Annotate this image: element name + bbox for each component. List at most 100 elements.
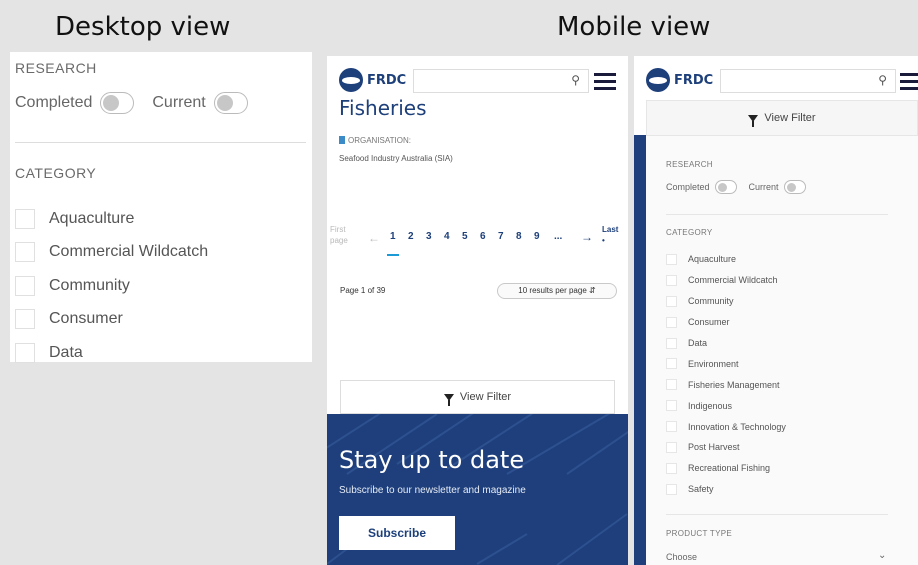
category-checkbox[interactable] [666,441,677,453]
category-checkbox[interactable] [666,316,677,328]
next-arrow-icon[interactable]: → [581,230,593,244]
frdc-logo[interactable]: FRDC [646,68,713,92]
newsletter-promo: Stay up to date Subscribe to our newslet… [327,414,628,565]
document-icon [339,136,345,144]
category-checkbox[interactable] [666,358,677,370]
search-icon[interactable]: ⚲ [571,73,580,87]
current-toggle[interactable] [783,180,806,194]
category-item[interactable]: Indigenous [666,395,786,416]
category-checkbox[interactable] [666,253,677,265]
category-item[interactable]: Data [15,336,208,370]
product-type-select[interactable]: Choose [666,552,697,562]
view-filter-button[interactable]: View Filter [340,380,615,414]
desktop-filter-panel: RESEARCH Completed Current CATEGORY Aqua… [10,52,312,363]
category-label: Aquaculture [49,209,135,227]
category-item[interactable]: Consumer [15,303,208,337]
pagination: First page ← 1 2 3 4 5 6 7 8 9 ... → Las… [330,224,626,264]
research-section-label: RESEARCH [15,60,97,76]
category-checkbox[interactable] [666,379,677,391]
category-checkbox[interactable] [666,483,677,495]
current-toggle[interactable] [213,92,248,114]
category-item[interactable]: Fisheries Management [666,374,786,395]
search-input[interactable]: ⚲ [720,69,896,93]
filter-icon [748,114,759,127]
page-number[interactable]: 3 [426,231,432,242]
frdc-logo[interactable]: FRDC [339,68,406,92]
page-title: Fisheries [339,96,427,120]
search-icon[interactable]: ⚲ [878,73,887,87]
prev-arrow-icon[interactable]: ← [368,231,380,245]
fish-logo-icon [646,68,670,92]
page-number[interactable]: 7 [498,231,504,242]
section-divider [15,142,306,143]
research-toggles: Completed Current [666,180,806,194]
category-item[interactable]: Aquaculture [666,249,786,270]
research-toggles: Completed Current [15,92,248,114]
page-number[interactable]: 4 [444,231,450,242]
category-item[interactable]: Commercial Wildcatch [15,236,208,270]
category-item[interactable]: Environment [666,353,786,374]
category-item[interactable]: Post Harvest [666,437,786,458]
category-item[interactable]: Aquaculture [15,202,208,236]
page-number[interactable]: 1 [390,231,396,242]
logo-text: FRDC [367,72,407,88]
toggle-knob [717,183,727,192]
toggle-knob [786,183,796,192]
current-label: Current [152,94,206,111]
fish-logo-icon [339,68,363,92]
category-item[interactable]: Recreational Fishing [666,458,786,479]
first-page-link[interactable]: First page [330,224,360,246]
category-section-label: CATEGORY [15,165,97,181]
category-item[interactable]: Innovation & Technology [666,416,786,437]
category-section-label: CATEGORY [666,228,713,237]
subscribe-button[interactable]: Subscribe [339,516,455,550]
page-ellipsis: ... [554,231,563,242]
category-checkbox[interactable] [15,309,35,330]
category-label: Commercial Wildcatch [49,243,209,261]
category-checkbox[interactable] [15,342,35,363]
category-checkbox[interactable] [666,400,677,412]
category-checkbox[interactable] [666,462,677,474]
page-number[interactable]: 6 [480,231,486,242]
mobile-filter-screen: FRDC ⚲ View Filter RESEARCH Completed Cu… [634,56,918,565]
category-checkbox[interactable] [666,274,677,286]
category-item[interactable]: Commercial Wildcatch [666,270,786,291]
toggle-knob [216,95,233,111]
category-item[interactable]: Consumer [666,312,786,333]
category-item[interactable]: Community [666,291,786,312]
category-checkbox[interactable] [15,242,35,263]
category-item[interactable]: Safety [666,479,786,500]
category-checkbox[interactable] [15,208,35,229]
page-number[interactable]: 8 [516,231,522,242]
completed-toggle[interactable] [100,92,135,114]
search-input[interactable]: ⚲ [413,69,589,93]
category-checkbox[interactable] [666,295,677,307]
current-label: Current [748,182,779,192]
completed-label: Completed [15,94,93,111]
hamburger-icon[interactable] [900,73,918,94]
chevron-down-icon[interactable]: ⌄ [878,550,886,561]
promo-subtitle: Subscribe to our newsletter and magazine [339,485,526,496]
completed-toggle[interactable] [714,180,737,194]
category-checkbox[interactable] [666,337,677,349]
page-number[interactable]: 9 [534,231,540,242]
page-number[interactable]: 5 [462,231,468,242]
organisation-value: Seafood Industry Australia (SIA) [339,154,453,163]
last-page-link[interactable]: Last • [602,224,626,246]
toggle-knob [103,95,120,111]
logo-text: FRDC [674,72,714,88]
page-number[interactable]: 2 [408,231,414,242]
updown-icon: ⇵ [589,286,596,295]
hamburger-icon[interactable] [594,73,616,94]
promo-title: Stay up to date [339,446,525,474]
category-checkbox[interactable] [666,421,677,433]
category-item[interactable]: Community [15,269,208,303]
category-list: Aquaculture Commercial Wildcatch Communi… [15,202,208,370]
mobile-view-heading: Mobile view [557,12,711,42]
category-checkbox[interactable] [15,275,35,296]
category-list: Aquaculture Commercial Wildcatch Communi… [666,249,786,500]
category-item[interactable]: Data [666,333,786,354]
results-per-page-select[interactable]: 10 results per page ⇵ [497,283,617,299]
section-divider [666,214,888,215]
view-filter-button[interactable]: View Filter [646,100,918,136]
